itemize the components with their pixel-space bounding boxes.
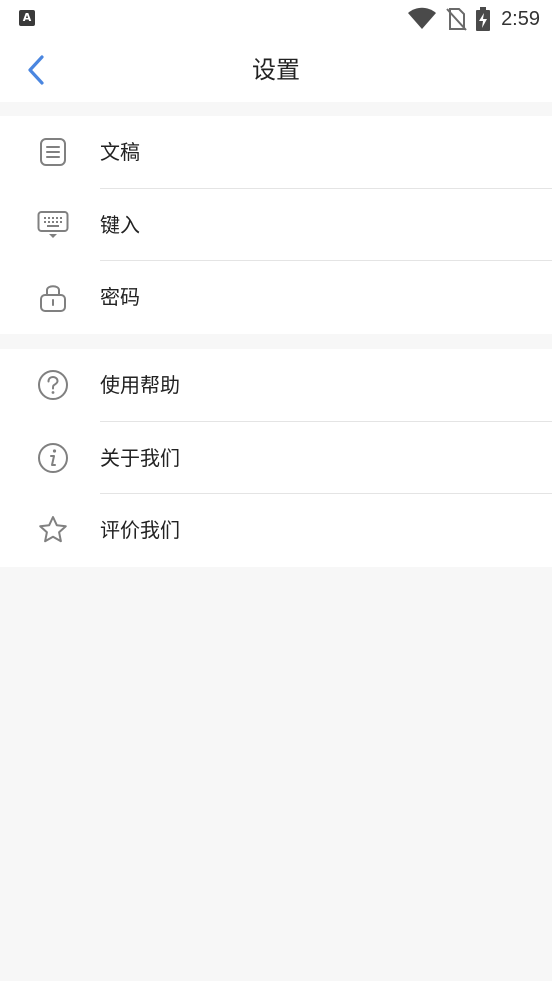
settings-item-about-us[interactable]: 关于我们 bbox=[0, 422, 552, 494]
app-notification-icon: A bbox=[19, 10, 35, 26]
status-indicators: 2:59 bbox=[407, 6, 540, 32]
wifi-icon bbox=[407, 7, 437, 31]
settings-item-rate-us[interactable]: 评价我们 bbox=[0, 494, 552, 567]
settings-group-general: 文稿 键入 密码 bbox=[0, 116, 552, 334]
keyboard-icon bbox=[35, 207, 71, 243]
lock-icon bbox=[35, 279, 71, 315]
status-time: 2:59 bbox=[501, 7, 540, 30]
settings-item-typing[interactable]: 键入 bbox=[0, 189, 552, 261]
settings-item-label: 文稿 bbox=[100, 140, 140, 164]
page-title: 设置 bbox=[252, 56, 300, 84]
settings-group-about: 使用帮助 关于我们 评价我们 bbox=[0, 349, 552, 567]
star-icon bbox=[35, 512, 71, 548]
help-icon bbox=[35, 367, 71, 403]
settings-item-documents[interactable]: 文稿 bbox=[0, 116, 552, 189]
document-icon bbox=[35, 134, 71, 170]
settings-item-help[interactable]: 使用帮助 bbox=[0, 349, 552, 422]
info-icon bbox=[35, 440, 71, 476]
no-sim-icon bbox=[445, 7, 467, 31]
settings-item-label: 关于我们 bbox=[100, 445, 180, 470]
app-header: 设置 bbox=[0, 38, 552, 102]
battery-charging-icon bbox=[475, 7, 491, 31]
settings-item-label: 密码 bbox=[100, 285, 140, 309]
status-bar: A 2:59 bbox=[0, 0, 552, 38]
settings-item-label: 使用帮助 bbox=[100, 373, 180, 397]
settings-item-label: 评价我们 bbox=[100, 518, 180, 542]
settings-item-password[interactable]: 密码 bbox=[0, 261, 552, 334]
settings-item-label: 键入 bbox=[100, 212, 140, 237]
